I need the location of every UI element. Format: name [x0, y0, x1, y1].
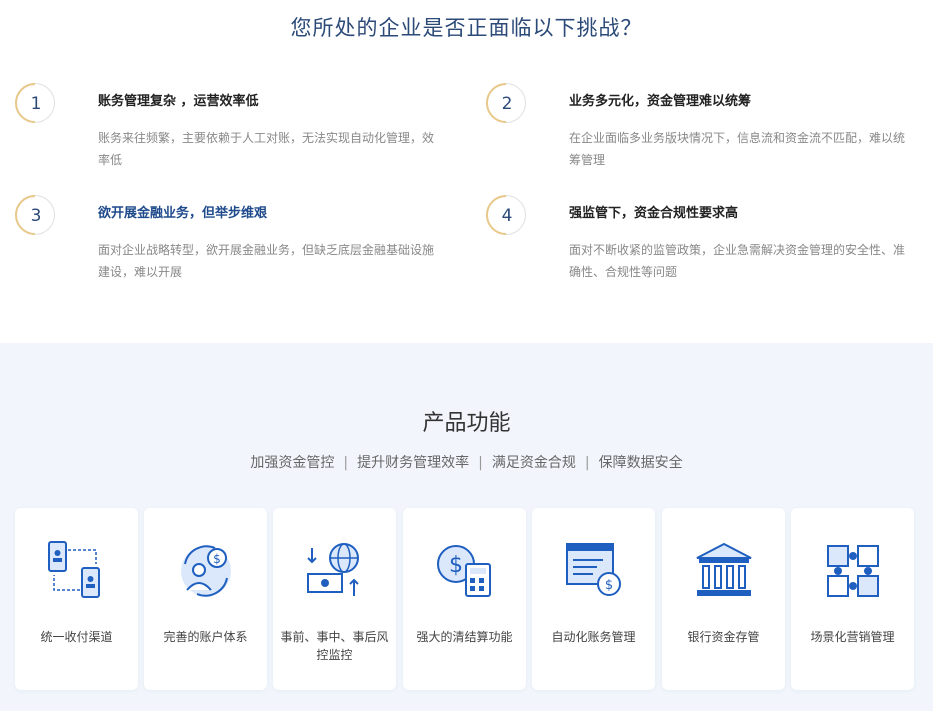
marketing-puzzle-icon	[827, 545, 879, 597]
number-badge: 2	[486, 83, 526, 123]
product-card-label: 统一收付渠道	[40, 630, 113, 644]
number-badge: 1	[15, 83, 55, 123]
product-title: 产品功能	[422, 411, 511, 436]
challenge-item-3: 3 欲开展金融业务，但举步维艰 面对企业战略转型，欲开展金融业务，但缺乏底层金融…	[15, 195, 455, 305]
product-subtitle: 加强资金管控 | 提升财务管理效率 | 满足资金合规 | 保障数据安全	[250, 455, 683, 471]
challenge-desc: 账务来往频繁，主要依赖于人工对账，无法实现自动化管理，效率低	[98, 131, 435, 167]
number-badge: 4	[486, 195, 526, 235]
challenge-item-2: 2 业务多元化，资金管理难以统筹 在企业面临多业务版块情况下，信息流和资金流不匹…	[486, 83, 926, 193]
product-card-label: 强大的清结算功能	[416, 630, 513, 644]
account-system-icon: $	[181, 545, 231, 597]
challenge-item-1: 1 账务管理复杂 ，运营效率低 账务来往频繁，主要依赖于人工对账，无法实现自动化…	[15, 83, 455, 193]
challenges-heading: 您所处的企业是否正面临以下挑战？	[290, 16, 643, 40]
payment-channel-icon	[48, 541, 100, 598]
risk-control-icon	[307, 543, 359, 596]
svg-text:$: $	[605, 578, 613, 593]
settlement-icon: $	[437, 545, 491, 597]
auto-accounting-icon: $	[566, 543, 621, 596]
product-card-label: 场景化营销管理	[810, 630, 895, 644]
svg-text:$: $	[213, 552, 221, 566]
challenge-title: 账务管理复杂 ，运营效率低	[98, 94, 259, 109]
bank-icon	[696, 542, 752, 596]
product-card-label: 完善的账户体系	[163, 630, 248, 644]
challenge-title: 欲开展金融业务，但举步维艰	[98, 206, 268, 221]
product-card-label: 事前、事中、事后风控监控	[280, 630, 389, 662]
number-badge: 3	[15, 195, 55, 235]
product-card-bank[interactable]: 银行资金存管	[662, 508, 785, 690]
challenge-desc: 面对企业战略转型，欲开展金融业务，但缺乏底层金融基础设施建设，难以开展	[98, 243, 435, 279]
product-card-label: 银行资金存管	[687, 630, 760, 644]
product-card-label: 自动化账务管理	[551, 630, 636, 644]
product-card-settlement[interactable]: $ 强大的清结算功能	[403, 508, 526, 690]
product-card-payment[interactable]: 统一收付渠道	[15, 508, 138, 690]
challenge-title: 业务多元化，资金管理难以统筹	[569, 94, 752, 109]
svg-text:$: $	[449, 553, 463, 578]
challenge-desc: 在企业面临多业务版块情况下，信息流和资金流不匹配，难以统筹管理	[569, 131, 906, 167]
product-card-account[interactable]: $ 完善的账户体系	[144, 508, 267, 690]
challenge-desc: 面对不断收紧的监管政策，企业急需解决资金管理的安全性、准确性、合规性等问题	[569, 243, 906, 279]
challenge-item-4: 4 强监管下，资金合规性要求高 面对不断收紧的监管政策，企业急需解决资金管理的安…	[486, 195, 926, 305]
product-card-accounting[interactable]: $ 自动化账务管理	[532, 508, 655, 690]
product-card-risk[interactable]: 事前、事中、事后风控监控	[273, 508, 396, 690]
product-card-marketing[interactable]: 场景化营销管理	[791, 508, 914, 690]
challenge-title: 强监管下，资金合规性要求高	[569, 206, 739, 221]
